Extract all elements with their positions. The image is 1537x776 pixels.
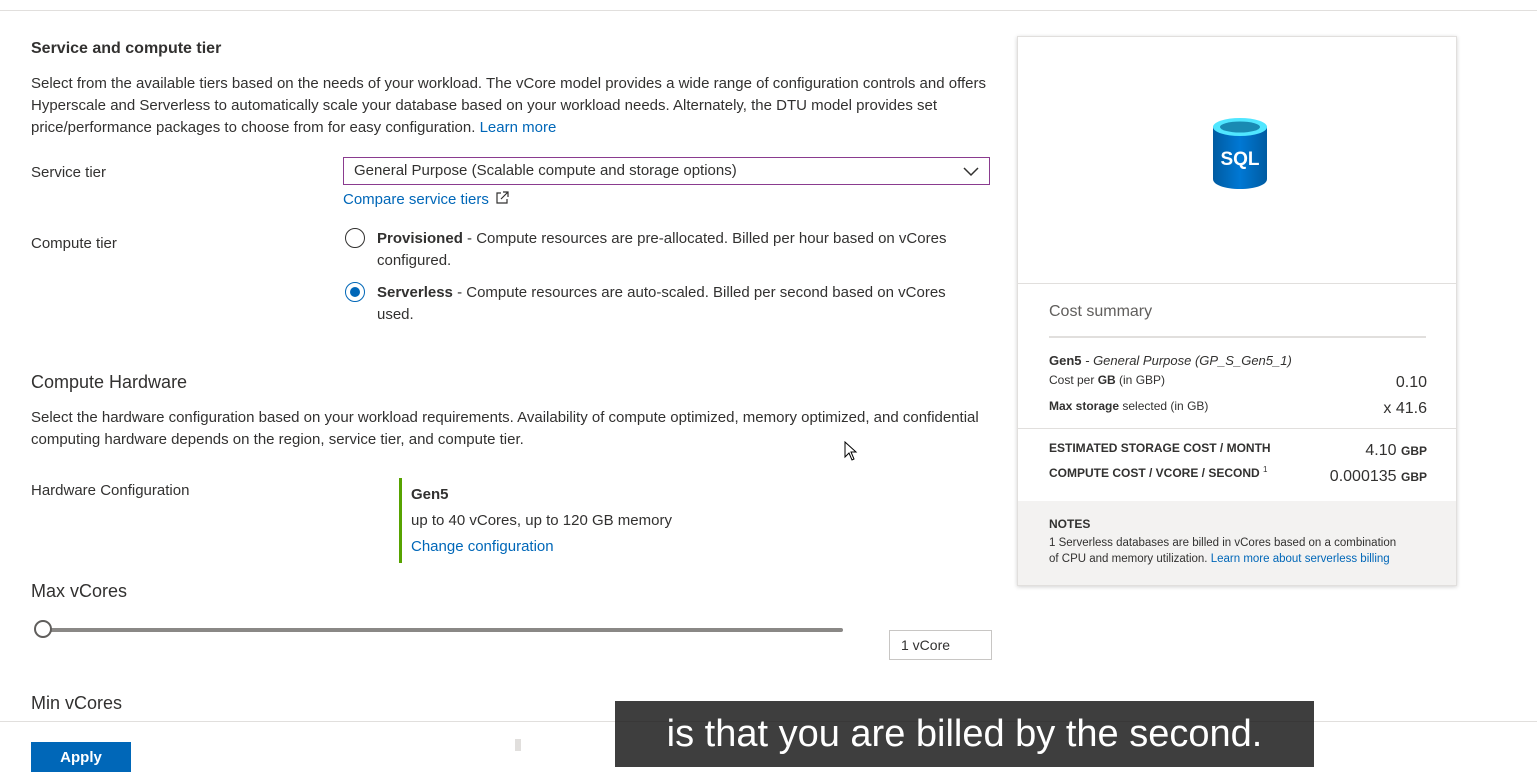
serverless-text: - Compute resources are auto-scaled. Bil…	[377, 284, 946, 323]
cost-per-gb-value: 0.10	[1395, 374, 1427, 391]
sql-database-icon: SQL	[1213, 118, 1267, 189]
compute-cost-label-text: COMPUTE COST / VCORE / SECOND	[1049, 466, 1260, 480]
notes-title: NOTES	[1049, 517, 1091, 531]
learn-more-link[interactable]: Learn more	[480, 119, 557, 136]
storage-cost-value: 4.10	[1365, 442, 1397, 459]
cost-summary-title: Cost summary	[1049, 303, 1153, 320]
external-link-icon	[496, 191, 509, 204]
cost-per-gb-post: (in GBP)	[1115, 373, 1166, 387]
serverless-billing-link[interactable]: Learn more about serverless billing	[1211, 553, 1390, 565]
panel-divider-mid	[1018, 428, 1456, 429]
summary-gen-desc: - General Purpose (GP_S_Gen5_1)	[1081, 353, 1292, 368]
cost-summary-underline	[1049, 336, 1426, 338]
serverless-name: Serverless	[377, 284, 453, 301]
summary-gen: Gen5	[1049, 353, 1082, 368]
max-storage-label: Max storage selected (in GB)	[1049, 399, 1208, 413]
compare-tiers-link[interactable]: Compare service tiers	[343, 191, 489, 208]
apply-button[interactable]: Apply	[31, 742, 131, 772]
serverless-option[interactable]: Serverless - Compute resources are auto-…	[377, 282, 977, 326]
notes-line-1: 1 Serverless databases are billed in vCo…	[1049, 537, 1397, 549]
notes-line-2: of CPU and memory utilization. Learn mor…	[1049, 551, 1449, 567]
change-configuration-link[interactable]: Change configuration	[411, 538, 554, 555]
hardware-gen: Gen5	[411, 486, 449, 503]
storage-cost-currency: GBP	[1400, 444, 1427, 458]
cost-per-gb-bold: GB	[1097, 373, 1116, 387]
cost-per-gb-pre: Cost per	[1049, 373, 1098, 387]
provisioned-text: - Compute resources are pre-allocated. B…	[377, 230, 947, 269]
max-vcores-slider-track[interactable]	[44, 628, 843, 632]
max-vcores-slider-thumb[interactable]	[34, 620, 52, 638]
cost-per-gb-label: Cost per GB (in GBP)	[1049, 373, 1165, 387]
max-storage-post: selected (in GB)	[1119, 399, 1209, 413]
radio-serverless[interactable]	[345, 282, 365, 302]
service-description: Select from the available tiers based on…	[31, 73, 996, 139]
storage-cost-label: ESTIMATED STORAGE COST / MONTH	[1049, 441, 1271, 455]
service-tier-select[interactable]: General Purpose (Scalable compute and st…	[343, 157, 990, 185]
scroll-indicator	[515, 739, 521, 751]
cost-summary-panel: SQL Cost summary Gen5 - General Purpose …	[1017, 36, 1457, 586]
chevron-down-icon	[963, 167, 979, 177]
provisioned-option[interactable]: Provisioned - Compute resources are pre-…	[377, 228, 977, 272]
storage-cost: 4.10 GBP	[1365, 442, 1427, 460]
sql-logo-text: SQL	[1220, 149, 1259, 170]
compute-tier-label: Compute tier	[31, 235, 117, 252]
compute-cost-value: 0.000135	[1329, 468, 1397, 485]
gen-line: Gen5 - General Purpose (GP_S_Gen5_1)	[1049, 353, 1292, 368]
section-title-hardware: Compute Hardware	[31, 372, 188, 392]
notes-line-2-text: of CPU and memory utilization.	[1049, 553, 1208, 565]
top-divider	[0, 10, 1537, 11]
service-tier-label: Service tier	[31, 164, 107, 181]
max-vcores-input[interactable]: 1 vCore	[889, 630, 992, 660]
compute-cost: 0.000135 GBP	[1330, 468, 1427, 486]
panel-divider-top	[1018, 283, 1456, 284]
hardware-config-box: Gen5 up to 40 vCores, up to 120 GB memor…	[399, 478, 702, 563]
video-caption: is that you are billed by the second.	[615, 701, 1314, 767]
hardware-spec: up to 40 vCores, up to 120 GB memory	[411, 512, 672, 529]
max-storage-bold: Max storage	[1049, 399, 1120, 413]
notes-text: 1 Serverless databases are billed in vCo…	[1049, 535, 1449, 567]
section-title-service: Service and compute tier	[31, 40, 222, 57]
radio-provisioned[interactable]	[345, 228, 365, 248]
notes-area: NOTES 1 Serverless databases are billed …	[1018, 501, 1456, 585]
min-vcores-label: Min vCores	[31, 693, 123, 713]
compute-cost-currency: GBP	[1400, 470, 1427, 484]
compare-tiers[interactable]: Compare service tiers	[343, 191, 509, 208]
max-vcores-label: Max vCores	[31, 581, 128, 601]
mouse-cursor-icon	[844, 441, 858, 461]
compute-cost-label: COMPUTE COST / VCORE / SECOND 1	[1049, 465, 1267, 480]
provisioned-name: Provisioned	[377, 230, 463, 247]
compute-cost-sup: 1	[1263, 465, 1268, 474]
service-tier-value: General Purpose (Scalable compute and st…	[354, 162, 737, 179]
hardware-config-label: Hardware Configuration	[31, 482, 190, 499]
max-storage-value: x 41.6	[1383, 400, 1427, 417]
